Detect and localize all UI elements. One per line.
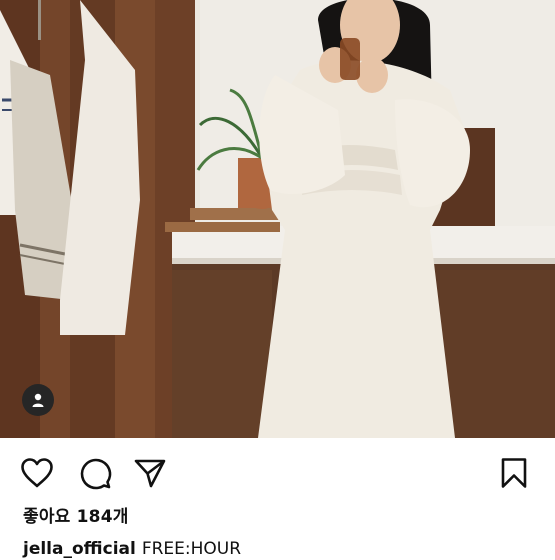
like-count[interactable]: 좋아요 184개 [23,506,129,528]
comment-button[interactable] [77,455,113,491]
bookmark-icon [501,458,527,488]
paper-plane-icon [134,459,166,488]
comment-icon [80,458,112,490]
tagged-people-button[interactable] [22,384,54,416]
post-caption: jella_official FREE:HOUR [23,538,241,560]
post-action-bar [0,438,555,504]
caption-username[interactable]: jella_official [23,539,136,559]
save-button[interactable] [496,455,532,491]
like-button[interactable] [19,455,55,491]
share-button[interactable] [132,455,168,491]
caption-text: FREE:HOUR [141,539,242,559]
person-icon [32,393,44,407]
post-image [0,0,555,438]
heart-icon [21,458,53,488]
post-photo[interactable] [0,0,555,438]
